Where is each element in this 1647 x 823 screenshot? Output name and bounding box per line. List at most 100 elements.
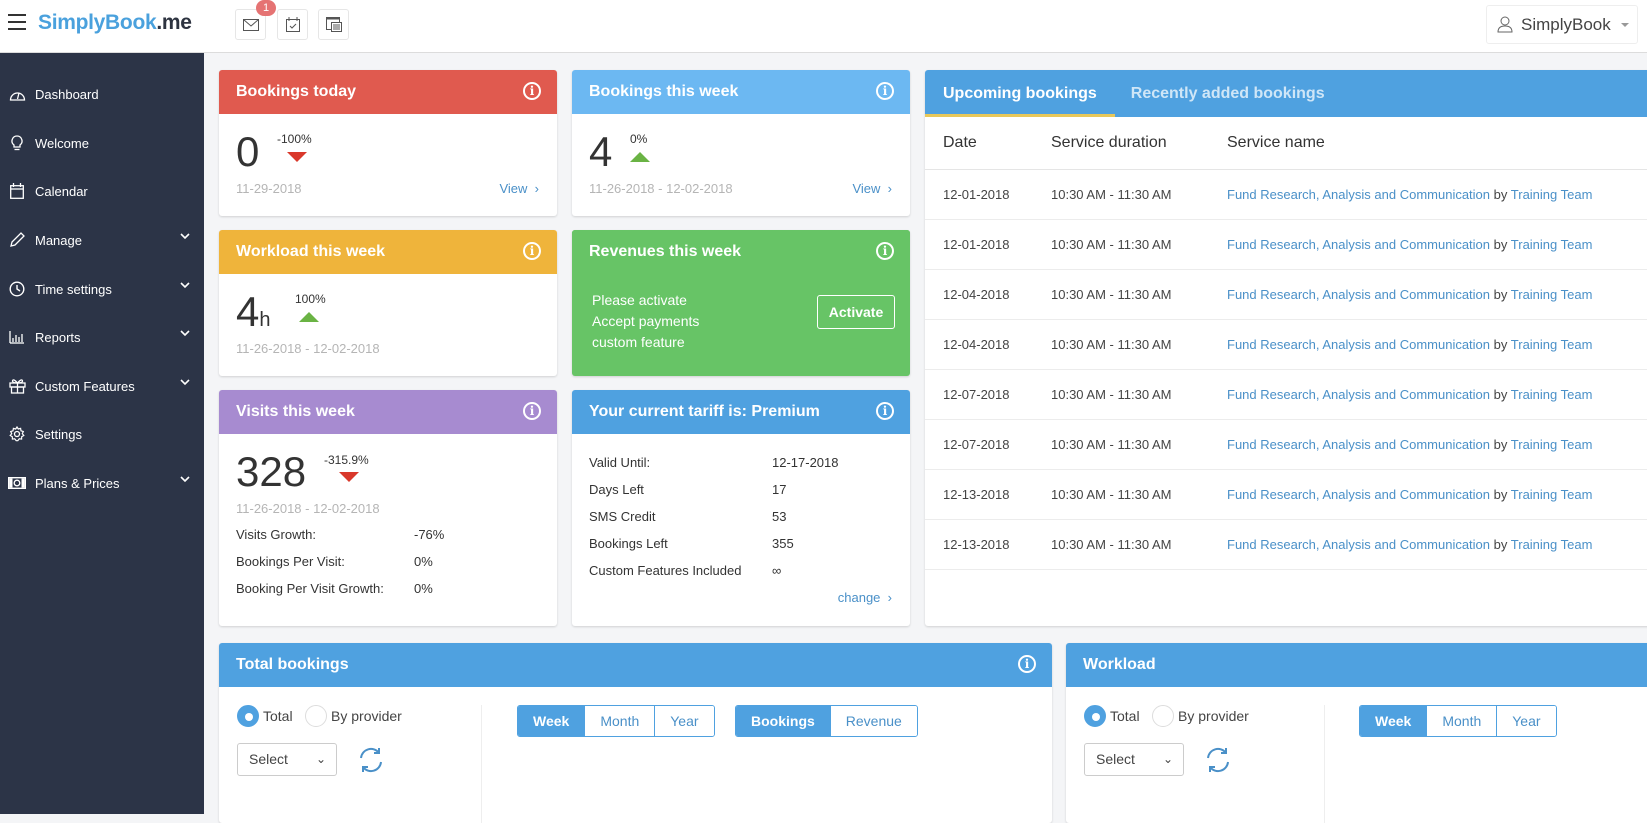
sidebar-item-custom-features[interactable]: Custom Features — [0, 366, 204, 406]
reports-button[interactable] — [318, 9, 349, 40]
info-icon[interactable]: i — [523, 242, 541, 260]
tab-recently-added-bookings[interactable]: Recently added bookings — [1131, 70, 1325, 117]
sidebar-item-welcome[interactable]: Welcome — [0, 123, 204, 163]
card-title: Your current tariff is: Premium — [589, 403, 820, 420]
tariff-value: 17 — [772, 482, 787, 497]
booking-service: Fund Research, Analysis and Communicatio… — [1227, 219, 1647, 270]
service-link[interactable]: Fund Research, Analysis and Communicatio… — [1227, 387, 1490, 402]
trend-down-icon — [339, 472, 359, 482]
provider-link[interactable]: Training Team — [1511, 387, 1593, 402]
service-link[interactable]: Fund Research, Analysis and Communicatio… — [1227, 337, 1490, 352]
radio-by-provider[interactable] — [305, 705, 328, 727]
booking-service: Fund Research, Analysis and Communicatio… — [1227, 519, 1647, 570]
tariff-value: 355 — [772, 536, 794, 551]
provider-select[interactable]: Select ⌄ — [1084, 743, 1184, 776]
info-icon[interactable]: i — [523, 82, 541, 100]
service-link[interactable]: Fund Research, Analysis and Communicatio… — [1227, 287, 1490, 302]
info-icon[interactable]: i — [523, 402, 541, 420]
user-menu-button[interactable]: SimplyBook — [1486, 5, 1638, 44]
report-icon — [325, 17, 342, 32]
tab-upcoming-bookings[interactable]: Upcoming bookings — [925, 70, 1115, 117]
chevron-down-icon — [180, 233, 190, 240]
change-percent: 100% — [295, 292, 326, 306]
provider-select[interactable]: Select ⌄ — [237, 743, 337, 776]
refresh-icon[interactable] — [1204, 746, 1232, 774]
sidebar-item-plans-prices[interactable]: Plans & Prices — [0, 463, 204, 503]
year-button[interactable]: Year — [654, 706, 714, 736]
radio-by-provider[interactable] — [1152, 705, 1175, 727]
revenue-button[interactable]: Revenue — [829, 706, 917, 736]
provider-link[interactable]: Training Team — [1511, 487, 1593, 502]
info-icon[interactable]: i — [1018, 655, 1036, 673]
view-mode-radios: Total By provider — [1084, 705, 1257, 727]
year-button[interactable]: Year — [1496, 706, 1556, 736]
bookings-panel: Upcoming bookings Recently added booking… — [925, 70, 1647, 626]
service-link[interactable]: Fund Research, Analysis and Communicatio… — [1227, 487, 1490, 502]
change-link[interactable]: change › — [838, 590, 892, 605]
booking-date: 12-04-2018 — [925, 269, 1051, 320]
card-header: Workload this week i — [219, 230, 557, 274]
logo[interactable]: SimplyBook.me — [38, 11, 192, 35]
sidebar-item-settings[interactable]: Settings — [0, 414, 204, 454]
menu-icon[interactable] — [8, 14, 26, 30]
view-link[interactable]: View › — [499, 181, 539, 196]
date: 11-29-2018 — [236, 181, 302, 196]
service-link[interactable]: Fund Research, Analysis and Communicatio… — [1227, 187, 1490, 202]
service-link[interactable]: Fund Research, Analysis and Communicatio… — [1227, 437, 1490, 452]
week-button[interactable]: Week — [1360, 706, 1427, 736]
provider-link[interactable]: Training Team — [1511, 537, 1593, 552]
chevron-down-icon: ⌄ — [1162, 752, 1173, 766]
info-icon[interactable]: i — [876, 82, 894, 100]
card-title: Visits this week — [236, 403, 355, 420]
sidebar-item-dashboard[interactable]: Dashboard — [0, 74, 204, 114]
sidebar-item-label: Plans & Prices — [35, 475, 120, 491]
booking-duration: 10:30 AM - 11:30 AM — [1051, 219, 1227, 270]
chevron-down-icon — [180, 379, 190, 386]
sidebar-item-calendar[interactable]: Calendar — [0, 171, 204, 211]
view-link[interactable]: View › — [852, 181, 892, 196]
activation-message: Please activate Accept payments custom f… — [592, 290, 699, 353]
by-text: by — [1493, 536, 1508, 552]
info-icon[interactable]: i — [876, 402, 894, 420]
sidebar-item-label: Reports — [35, 329, 81, 345]
provider-link[interactable]: Training Team — [1511, 237, 1593, 252]
tariff-label: Valid Until: — [589, 455, 651, 470]
refresh-icon[interactable] — [357, 746, 385, 774]
service-link[interactable]: Fund Research, Analysis and Communicatio… — [1227, 237, 1490, 252]
chevron-down-icon: ⌄ — [315, 752, 326, 766]
card-title: Revenues this week — [589, 243, 742, 260]
activate-button[interactable]: Activate — [817, 295, 895, 329]
radio-total[interactable] — [1084, 705, 1106, 727]
bookings-week-card: Bookings this week i 4 0% 11-26-2018 - 1… — [572, 70, 910, 216]
provider-link[interactable]: Training Team — [1511, 287, 1593, 302]
by-text: by — [1493, 286, 1508, 302]
week-button[interactable]: Week — [518, 706, 585, 736]
service-link[interactable]: Fund Research, Analysis and Communicatio… — [1227, 537, 1490, 552]
month-button[interactable]: Month — [1426, 706, 1497, 736]
bookings-button[interactable] — [277, 9, 308, 40]
date-range: 11-26-2018 - 12-02-2018 — [236, 501, 380, 516]
by-text: by — [1493, 236, 1508, 252]
visits-week-card: Visits this week i 328 -315.9% 11-26-201… — [219, 390, 557, 626]
tariff-value: 12-17-2018 — [772, 455, 839, 470]
calendar-check-icon — [285, 17, 300, 32]
provider-link[interactable]: Training Team — [1511, 187, 1593, 202]
info-icon[interactable]: i — [876, 242, 894, 260]
workload-panel: Workload Total By provider Select ⌄ Week … — [1066, 643, 1647, 823]
bookings-week-value: 4 — [589, 128, 613, 175]
clock-icon — [7, 279, 27, 299]
sidebar-item-time-settings[interactable]: Time settings — [0, 269, 204, 309]
sidebar-item-manage[interactable]: Manage — [0, 220, 204, 260]
radio-total[interactable] — [237, 705, 259, 727]
table-row: 12-07-2018 10:30 AM - 11:30 AM Fund Resear… — [925, 419, 1647, 470]
card-header: Workload — [1066, 643, 1647, 687]
booking-duration: 10:30 AM - 11:30 AM — [1051, 169, 1227, 220]
provider-link[interactable]: Training Team — [1511, 337, 1593, 352]
by-text: by — [1493, 486, 1508, 502]
table-row: 12-04-2018 10:30 AM - 11:30 AM Fund Resear… — [925, 319, 1647, 370]
sidebar-item-reports[interactable]: Reports — [0, 317, 204, 357]
month-button[interactable]: Month — [584, 706, 655, 736]
bookings-button[interactable]: Bookings — [736, 706, 830, 736]
provider-link[interactable]: Training Team — [1511, 437, 1593, 452]
trend-down-icon — [287, 152, 307, 162]
